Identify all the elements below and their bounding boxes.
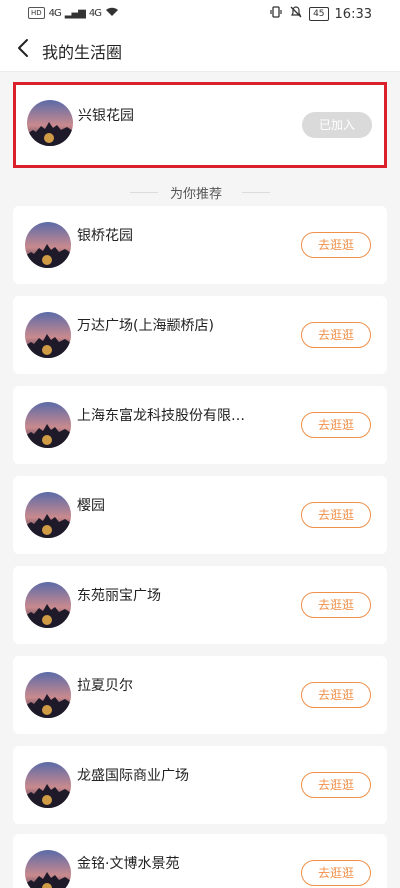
divider-right: [242, 192, 270, 193]
nav-bar: 我的生活圈: [0, 28, 400, 72]
recommend-card[interactable]: 东苑丽宝广场 去逛逛: [13, 566, 387, 644]
clock: 16:33: [334, 6, 372, 22]
community-name: 万达广场(上海颛桥店): [77, 318, 214, 334]
network-4g-indicator-2: 4G: [88, 7, 102, 19]
battery-icon: 45: [309, 7, 329, 21]
visit-button[interactable]: 去逛逛: [301, 502, 371, 528]
mute-icon: [289, 5, 303, 23]
recommend-title: 为你推荐: [170, 187, 223, 202]
recommend-card[interactable]: 拉夏贝尔 去逛逛: [13, 656, 387, 734]
community-name: 拉夏贝尔: [77, 678, 133, 694]
recommend-card[interactable]: 樱园 去逛逛: [13, 476, 387, 554]
visit-button[interactable]: 去逛逛: [301, 772, 371, 798]
wifi-icon: [105, 6, 119, 20]
community-name: 樱园: [77, 498, 105, 514]
recommend-card[interactable]: 万达广场(上海颛桥店) 去逛逛: [13, 296, 387, 374]
community-avatar: [25, 492, 71, 538]
hd-indicator: HD: [28, 7, 45, 19]
visit-button[interactable]: 去逛逛: [301, 322, 371, 348]
signal-icon: ▂▄▆: [64, 7, 86, 19]
visit-button[interactable]: 去逛逛: [301, 860, 371, 886]
status-left: HD 4G ▂▄▆ 4G: [28, 6, 119, 20]
community-name: 龙盛国际商业广场: [77, 768, 189, 784]
visit-button[interactable]: 去逛逛: [301, 412, 371, 438]
community-avatar: [25, 850, 71, 888]
status-right: 45 16:33: [269, 5, 372, 23]
recommend-card[interactable]: 金铭·文博水景苑 去逛逛: [13, 834, 387, 888]
community-avatar: [25, 762, 71, 808]
divider-left: [130, 192, 158, 193]
community-avatar: [25, 222, 71, 268]
joined-button[interactable]: 已加入: [302, 112, 372, 138]
chevron-left-icon: [16, 38, 30, 62]
community-avatar: [25, 402, 71, 448]
recommend-card[interactable]: 银桥花园 去逛逛: [13, 206, 387, 284]
community-name: 银桥花园: [77, 228, 133, 244]
community-name: 上海东富龙科技股份有限…: [77, 408, 245, 424]
recommend-header: 为你推荐: [0, 182, 400, 202]
visit-button[interactable]: 去逛逛: [301, 682, 371, 708]
page-title: 我的生活圈: [42, 43, 123, 62]
recommend-card[interactable]: 龙盛国际商业广场 去逛逛: [13, 746, 387, 824]
back-button[interactable]: [10, 36, 36, 64]
network-4g-indicator: 4G: [48, 7, 62, 19]
status-bar: HD 4G ▂▄▆ 4G 45 16:33: [0, 0, 400, 28]
community-avatar: [25, 582, 71, 628]
visit-button[interactable]: 去逛逛: [301, 232, 371, 258]
joined-community-card[interactable]: 兴银花园 已加入: [13, 82, 387, 168]
community-avatar: [25, 672, 71, 718]
community-name: 金铭·文博水景苑: [77, 856, 180, 872]
community-name: 兴银花园: [78, 108, 134, 124]
community-avatar: [25, 312, 71, 358]
vibrate-icon: [269, 5, 283, 23]
visit-button[interactable]: 去逛逛: [301, 592, 371, 618]
recommend-card[interactable]: 上海东富龙科技股份有限… 去逛逛: [13, 386, 387, 464]
community-name: 东苑丽宝广场: [77, 588, 161, 604]
community-avatar: [27, 100, 73, 146]
